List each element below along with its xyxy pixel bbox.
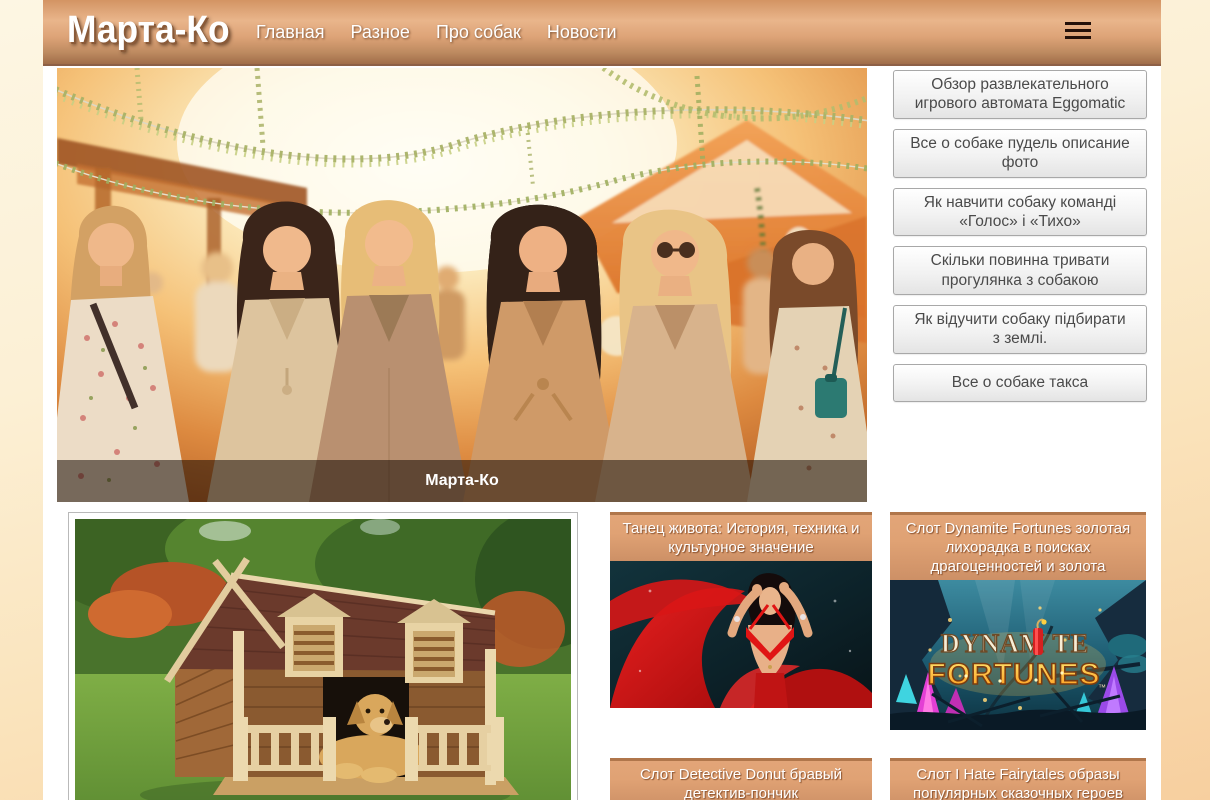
dynamite-fortunes-title[interactable]: Слот Dynamite Fortunes золотая лихорадка… (890, 512, 1146, 580)
i-hate-fairytales-card: Слот I Hate Fairytales образы популярных… (890, 758, 1146, 800)
nav-item-dogs[interactable]: Про собак (423, 22, 534, 43)
sidebar-link-dachshund[interactable]: Все о собаке такса (893, 364, 1147, 402)
sidebar-link-walk-duration[interactable]: Скільки повинна тривати прогулянка з соб… (893, 246, 1147, 295)
hero-image: Марта-Ко (57, 68, 867, 502)
sidebar-link-poodle[interactable]: Все о собаке пудель описание фото (893, 129, 1147, 178)
hero-caption: Марта-Ко (57, 460, 867, 502)
site-logo[interactable]: Марта-Ко (67, 9, 230, 52)
nav-item-news[interactable]: Новости (534, 22, 630, 43)
belly-dancer-photo[interactable] (610, 561, 872, 708)
svg-text:DYNAM TE: DYNAM TE (941, 629, 1089, 658)
i-hate-fairytales-title[interactable]: Слот I Hate Fairytales образы популярных… (890, 758, 1146, 800)
hamburger-menu-icon[interactable] (1065, 21, 1091, 43)
detective-donut-card: Слот Detective Donut бравый детектив-пон… (610, 758, 872, 800)
sidebar-link-voice-command[interactable]: Як навчити собаку команді «Голос» і «Тих… (893, 188, 1147, 237)
nav-item-home[interactable]: Главная (243, 22, 338, 43)
svg-text:™: ™ (1098, 683, 1106, 692)
belly-dance-title[interactable]: Танец живота: История, техника и культур… (610, 512, 872, 561)
sidebar-link-eggomatic[interactable]: Обзор развлекательного игрового автомата… (893, 70, 1147, 119)
festival-photo (57, 68, 867, 502)
dynamite-fortunes-logo: DYNAM TE FORTUNES ™ (928, 620, 1107, 697)
svg-text:FORTUNES: FORTUNES (928, 658, 1101, 691)
main-container: Марта-Ко Главная Разное Про собак Новост… (43, 0, 1161, 800)
nav-item-misc[interactable]: Разное (338, 22, 423, 43)
doghouse-card[interactable] (68, 512, 578, 800)
detective-donut-title[interactable]: Слот Detective Donut бравый детектив-пон… (610, 758, 872, 800)
sidebar-link-pickup-habit[interactable]: Як відучити собаку підбирати з землі. (893, 305, 1147, 354)
sidebar: Обзор развлекательного игрового автомата… (893, 70, 1147, 412)
main-nav: Главная Разное Про собак Новости (243, 0, 630, 64)
doghouse-photo[interactable] (75, 519, 571, 800)
belly-dance-card: Танец живота: История, техника и культур… (610, 512, 872, 708)
dynamite-fortunes-photo[interactable]: DYNAM TE FORTUNES ™ (890, 580, 1146, 730)
page: Марта-Ко Главная Разное Про собак Новост… (0, 0, 1210, 800)
site-header: Марта-Ко Главная Разное Про собак Новост… (43, 0, 1161, 66)
dynamite-fortunes-card: Слот Dynamite Fortunes золотая лихорадка… (890, 512, 1146, 730)
